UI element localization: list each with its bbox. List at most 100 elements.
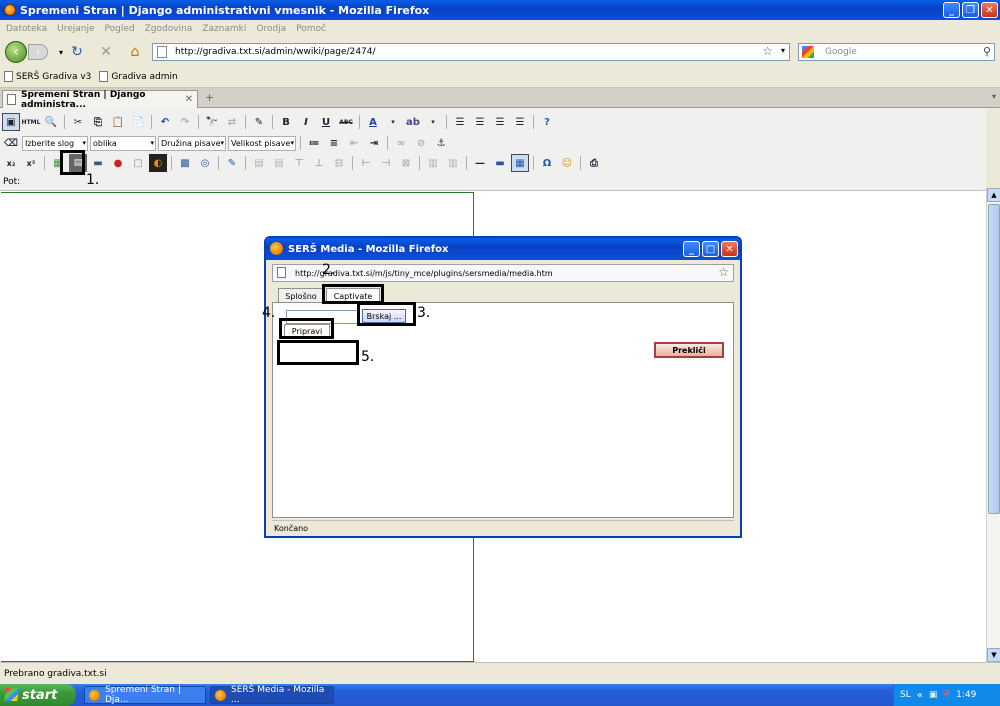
indent-icon[interactable]: ⇥ — [365, 134, 383, 152]
taskbar-item-active[interactable]: SERŠ Media - Mozilla ... — [210, 685, 334, 705]
back-button[interactable]: ‹ — [5, 41, 27, 63]
close-button[interactable]: ✕ — [981, 2, 998, 18]
horizontal-rule-icon[interactable]: — — [471, 154, 489, 172]
template-icon[interactable]: ▩ — [176, 154, 194, 172]
font-family-select[interactable]: Družina pisave ▾ — [158, 135, 226, 151]
style-select[interactable]: oblika ▾ — [90, 135, 156, 151]
tab-general[interactable]: Splošno — [278, 288, 324, 303]
network-icon[interactable]: ▣ — [929, 690, 938, 700]
emoticon-icon[interactable]: ☺ — [558, 154, 576, 172]
bookmark-item[interactable]: Gradiva admin — [99, 71, 178, 82]
document-icon[interactable]: ▢ — [129, 154, 147, 172]
dialog-minimize-button[interactable]: _ — [683, 241, 700, 257]
redo-icon[interactable]: ↷ — [176, 113, 194, 131]
link-icon[interactable]: ∞ — [392, 134, 410, 152]
align-right-icon[interactable]: ☰ — [491, 113, 509, 131]
url-dropdown-icon[interactable]: ▾ — [781, 46, 785, 55]
superscript-icon[interactable]: x² — [22, 154, 40, 172]
strikethrough-icon[interactable]: ABC — [337, 113, 355, 131]
restore-button[interactable]: ❐ — [962, 2, 979, 18]
numbered-list-icon[interactable]: ≡ — [325, 134, 343, 152]
text-color-dropdown-icon[interactable]: ▾ — [384, 113, 402, 131]
cancel-button[interactable]: Prekliči — [654, 342, 724, 358]
menu-help[interactable]: Pomoč — [296, 24, 326, 34]
bookmark-star-icon[interactable]: ☆ — [762, 44, 773, 58]
url-field[interactable]: http://gradiva.txt.si/admin/wwiki/page/2… — [152, 43, 790, 61]
col-after-icon[interactable]: ⊣ — [377, 154, 395, 172]
bookmark-star-icon[interactable]: ☆ — [718, 265, 729, 279]
paste-text-icon[interactable]: 📄 — [129, 113, 147, 131]
cut-icon[interactable]: ✂ — [69, 113, 87, 131]
paste-icon[interactable]: 📋 — [109, 113, 127, 131]
align-left-icon[interactable]: ☰ — [451, 113, 469, 131]
highlight-color-icon[interactable]: ab — [404, 113, 422, 131]
bullet-list-icon[interactable]: ≔ — [305, 134, 323, 152]
flash-icon[interactable]: ▬ — [89, 154, 107, 172]
vertical-scrollbar[interactable]: ▲ ▼ — [986, 188, 1000, 662]
bookmark-item[interactable]: SERŠ Gradiva v3 — [4, 71, 91, 82]
italic-icon[interactable]: I — [297, 113, 315, 131]
menu-view[interactable]: Pogled — [105, 24, 135, 34]
stop-icon[interactable]: ✕ — [97, 44, 115, 60]
forward-button[interactable]: › — [28, 44, 48, 60]
delete-col-icon[interactable]: ⊠ — [397, 154, 415, 172]
record-icon[interactable]: ◎ — [196, 154, 214, 172]
new-tab-icon[interactable]: + — [205, 91, 214, 104]
text-color-icon[interactable]: A — [364, 113, 382, 131]
dialog-maximize-button[interactable]: □ — [702, 241, 719, 257]
visual-aid-icon[interactable]: ▦ — [511, 154, 529, 172]
search-field[interactable]: Google ⚲ — [798, 43, 995, 61]
table-icon[interactable]: ▤ — [250, 154, 268, 172]
menu-tools[interactable]: Orodja — [256, 24, 286, 34]
row-before-icon[interactable]: ⊤ — [290, 154, 308, 172]
captivate-icon[interactable]: ◐ — [149, 154, 167, 172]
edit-icon[interactable]: ✎ — [223, 154, 241, 172]
replace-icon[interactable]: ⇄ — [223, 113, 241, 131]
col-before-icon[interactable]: ⊢ — [357, 154, 375, 172]
align-justify-icon[interactable]: ☰ — [511, 113, 529, 131]
underline-icon[interactable]: U — [317, 113, 335, 131]
merge-cells-icon[interactable]: ▥ — [444, 154, 462, 172]
delete-row-icon[interactable]: ⊟ — [330, 154, 348, 172]
scroll-thumb[interactable] — [988, 204, 1000, 514]
print-icon[interactable]: ⎙ — [585, 154, 603, 172]
copy-icon[interactable]: ⎘ — [89, 113, 107, 131]
cleanup-icon[interactable]: ✎ — [250, 113, 268, 131]
scroll-down-icon[interactable]: ▼ — [987, 648, 1000, 662]
tab-active[interactable]: Spremeni Stran | Django administra... ✕ — [2, 90, 198, 110]
menu-file[interactable]: Datoteka — [6, 24, 47, 34]
anchor-icon[interactable]: ⚓ — [432, 134, 450, 152]
ribbon-icon[interactable]: ● — [109, 154, 127, 172]
eraser-icon[interactable]: ⌫ — [2, 134, 20, 152]
menu-bookmarks[interactable]: Zaznamki — [202, 24, 246, 34]
font-size-select[interactable]: Velikost pisave ▾ — [228, 135, 296, 151]
shield-icon[interactable]: ⛨ — [943, 690, 950, 700]
language-indicator[interactable]: SL — [900, 690, 911, 700]
minimize-button[interactable]: _ — [943, 2, 960, 18]
row-after-icon[interactable]: ⊥ — [310, 154, 328, 172]
home-icon[interactable]: ⌂ — [126, 44, 144, 60]
split-cells-icon[interactable]: ▥ — [424, 154, 442, 172]
find-icon[interactable]: 🔭 — [203, 113, 221, 131]
undo-icon[interactable]: ↶ — [156, 113, 174, 131]
reload-icon[interactable]: ↻ — [68, 44, 86, 60]
dialog-close-button[interactable]: ✕ — [721, 241, 738, 257]
html-icon[interactable]: HTML — [22, 113, 41, 131]
tab-list-icon[interactable]: ▾ — [992, 92, 996, 101]
fullscreen-icon[interactable]: ▣ — [2, 113, 20, 131]
scroll-up-icon[interactable]: ▲ — [987, 188, 1000, 202]
search-replace-icon[interactable]: 🔍 — [42, 113, 60, 131]
format-select[interactable]: Izberite slog ▾ — [22, 135, 88, 151]
subscript-icon[interactable]: x₂ — [2, 154, 20, 172]
close-tab-icon[interactable]: ✕ — [185, 94, 193, 105]
help-icon[interactable]: ? — [538, 113, 556, 131]
dialog-url-field[interactable]: http://gradiva.txt.si/m/js/tiny_mce/plug… — [272, 264, 734, 282]
menu-history[interactable]: Zgodovina — [145, 24, 193, 34]
taskbar-item[interactable]: Spremeni Stran | Dja... — [84, 685, 206, 705]
remove-format-icon[interactable]: ▬ — [491, 154, 509, 172]
search-icon[interactable]: ⚲ — [983, 45, 991, 58]
bold-icon[interactable]: B — [277, 113, 295, 131]
align-center-icon[interactable]: ☰ — [471, 113, 489, 131]
tray-arrow-icon[interactable]: « — [917, 690, 923, 701]
start-button[interactable]: start — [0, 684, 76, 706]
